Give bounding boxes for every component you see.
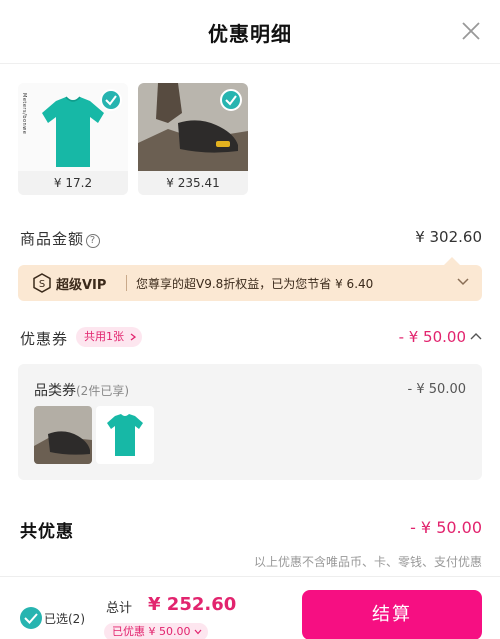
chevron-up-icon[interactable] bbox=[470, 332, 482, 340]
total-discount-value: - ¥ 50.00 bbox=[410, 518, 482, 537]
vip-badge-icon: S bbox=[33, 273, 51, 293]
shoe-thumb bbox=[34, 406, 92, 464]
coupon-count-pill[interactable]: 共用1张 bbox=[76, 327, 142, 347]
coupon-detail-card: 品类券(2件已享) - ¥ 50.00 bbox=[18, 364, 482, 480]
discount-pill[interactable]: 已优惠 ¥ 50.00 bbox=[104, 623, 209, 639]
total-label: 总计 bbox=[106, 601, 133, 616]
chevron-down-icon[interactable] bbox=[456, 277, 470, 287]
select-all-check-icon[interactable] bbox=[20, 607, 42, 629]
amount-value: ¥ 302.60 bbox=[415, 228, 482, 246]
checkout-bar: 已选(2) 总计 ¥ 252.60 已优惠 ¥ 50.00 结算 bbox=[0, 576, 500, 639]
total-value: ¥ 252.60 bbox=[148, 594, 237, 615]
vip-banner[interactable]: S 超级VIP 您尊享的超V9.8折权益，已为您节省 ¥ 6.40 bbox=[18, 257, 482, 301]
vip-name: 超级VIP bbox=[56, 278, 107, 293]
divider bbox=[126, 275, 127, 291]
close-icon[interactable] bbox=[460, 20, 482, 42]
tshirt-thumb bbox=[96, 406, 154, 464]
coupon-value: - ¥ 50.00 bbox=[398, 328, 466, 346]
disclaimer-note: 以上优惠不含唯品币、卡、零钱、支付优惠 bbox=[253, 555, 482, 569]
coupon-type-label: 品类券(2件已享) bbox=[34, 383, 129, 399]
svg-text:S: S bbox=[39, 279, 45, 290]
coupon-row[interactable]: 优惠券 共用1张 - ¥ 50.00 bbox=[20, 327, 482, 351]
coupon-label: 优惠券 bbox=[20, 330, 69, 348]
selected-count: 已选(2) bbox=[44, 612, 85, 626]
product-price: ¥ 235.41 bbox=[138, 171, 248, 195]
chevron-right-icon bbox=[130, 333, 136, 341]
chevron-down-icon bbox=[195, 629, 202, 635]
amount-label: 商品金额? bbox=[20, 228, 101, 249]
checkout-button[interactable]: 结算 bbox=[302, 590, 482, 639]
selected-check-icon[interactable] bbox=[220, 89, 242, 111]
product-thumb-tshirt[interactable]: Meters/bonwe ¥ 17.2 bbox=[18, 83, 128, 195]
help-icon[interactable]: ? bbox=[86, 234, 101, 248]
amount-row: 商品金额? ¥ 302.60 bbox=[20, 228, 482, 252]
coupon-type-value: - ¥ 50.00 bbox=[407, 382, 466, 397]
product-thumb-shoe[interactable]: ¥ 235.41 bbox=[138, 83, 248, 195]
header: 优惠明细 bbox=[0, 0, 500, 64]
page-title: 优惠明细 bbox=[208, 22, 292, 46]
total-discount-label: 共优惠 bbox=[20, 522, 74, 542]
brand-label: Meters/bonwe bbox=[21, 93, 27, 135]
vip-desc: 您尊享的超V9.8折权益，已为您节省 ¥ 6.40 bbox=[136, 277, 374, 291]
product-price: ¥ 17.2 bbox=[18, 171, 128, 195]
total-discount-row: 共优惠 - ¥ 50.00 bbox=[20, 517, 482, 543]
selected-check-icon[interactable] bbox=[100, 89, 122, 111]
banner-notch bbox=[444, 257, 460, 265]
